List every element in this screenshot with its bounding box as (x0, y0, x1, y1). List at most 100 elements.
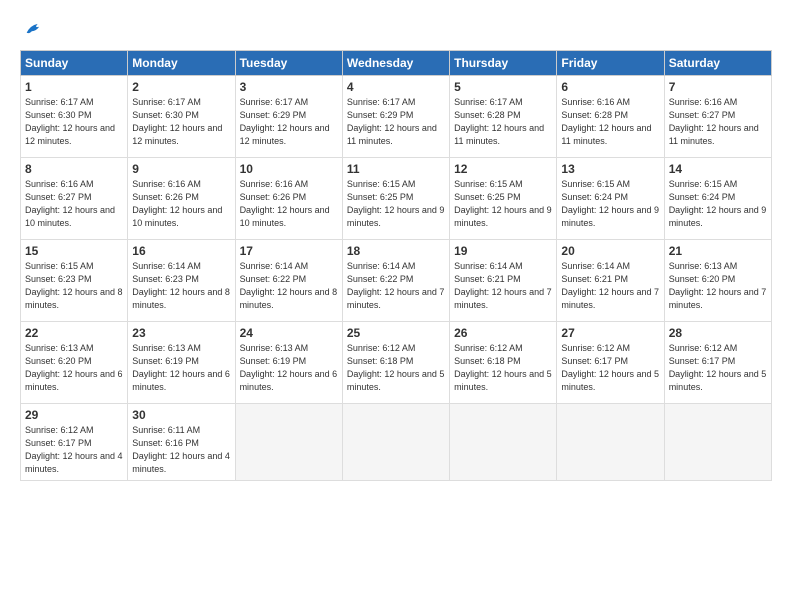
calendar-day-cell: 4 Sunrise: 6:17 AMSunset: 6:29 PMDaylight… (342, 76, 449, 158)
day-info: Sunrise: 6:17 AMSunset: 6:30 PMDaylight:… (25, 96, 123, 148)
day-info: Sunrise: 6:17 AMSunset: 6:30 PMDaylight:… (132, 96, 230, 148)
calendar-day-cell: 9Sunrise: 6:16 AMSunset: 6:26 PMDaylight… (128, 158, 235, 240)
calendar-day-cell: 1 Sunrise: 6:17 AMSunset: 6:30 PMDaylight… (21, 76, 128, 158)
calendar-day-cell (342, 404, 449, 481)
day-number: 4 (347, 80, 445, 94)
day-info: Sunrise: 6:14 AMSunset: 6:23 PMDaylight:… (132, 260, 230, 312)
day-number: 20 (561, 244, 659, 258)
day-number: 13 (561, 162, 659, 176)
weekday-header-sunday: Sunday (21, 51, 128, 76)
calendar-day-cell: 24 Sunrise: 6:13 AMSunset: 6:19 PMDayligh… (235, 322, 342, 404)
day-number: 22 (25, 326, 123, 340)
calendar-day-cell (450, 404, 557, 481)
day-number: 18 (347, 244, 445, 258)
day-info: Sunrise: 6:12 AMSunset: 6:17 PMDaylight:… (561, 342, 659, 394)
day-info: Sunrise: 6:12 AMSunset: 6:18 PMDaylight:… (347, 342, 445, 394)
calendar-day-cell (664, 404, 771, 481)
day-info: Sunrise: 6:13 AMSunset: 6:20 PMDaylight:… (25, 342, 123, 394)
day-number: 9 (132, 162, 230, 176)
weekday-header-tuesday: Tuesday (235, 51, 342, 76)
day-number: 16 (132, 244, 230, 258)
calendar-day-cell: 21 Sunrise: 6:13 AMSunset: 6:20 PMDayligh… (664, 240, 771, 322)
calendar-day-cell: 16 Sunrise: 6:14 AMSunset: 6:23 PMDayligh… (128, 240, 235, 322)
day-number: 6 (561, 80, 659, 94)
day-info: Sunrise: 6:14 AMSunset: 6:22 PMDaylight:… (347, 260, 445, 312)
weekday-header-saturday: Saturday (664, 51, 771, 76)
main-container: SundayMondayTuesdayWednesdayThursdayFrid… (0, 0, 792, 491)
calendar-day-cell: 5 Sunrise: 6:17 AMSunset: 6:28 PMDaylight… (450, 76, 557, 158)
logo (20, 18, 45, 40)
calendar-week-row: 22 Sunrise: 6:13 AMSunset: 6:20 PMDayligh… (21, 322, 772, 404)
calendar-week-row: 29 Sunrise: 6:12 AMSunset: 6:17 PMDayligh… (21, 404, 772, 481)
calendar-day-cell: 25 Sunrise: 6:12 AMSunset: 6:18 PMDayligh… (342, 322, 449, 404)
day-number: 7 (669, 80, 767, 94)
day-number: 12 (454, 162, 552, 176)
calendar-day-cell: 29 Sunrise: 6:12 AMSunset: 6:17 PMDayligh… (21, 404, 128, 481)
day-info: Sunrise: 6:11 AMSunset: 6:16 PMDaylight:… (132, 424, 230, 476)
day-info: Sunrise: 6:12 AMSunset: 6:18 PMDaylight:… (454, 342, 552, 394)
day-info: Sunrise: 6:12 AMSunset: 6:17 PMDaylight:… (669, 342, 767, 394)
calendar-day-cell: 15 Sunrise: 6:15 AMSunset: 6:23 PMDayligh… (21, 240, 128, 322)
calendar-day-cell: 14Sunrise: 6:15 AMSunset: 6:24 PMDayligh… (664, 158, 771, 240)
weekday-header-thursday: Thursday (450, 51, 557, 76)
day-info: Sunrise: 6:14 AMSunset: 6:22 PMDaylight:… (240, 260, 338, 312)
day-number: 29 (25, 408, 123, 422)
calendar-day-cell: 23 Sunrise: 6:13 AMSunset: 6:19 PMDayligh… (128, 322, 235, 404)
calendar-week-row: 8Sunrise: 6:16 AMSunset: 6:27 PMDaylight… (21, 158, 772, 240)
logo-bird-icon (23, 18, 45, 40)
calendar-day-cell: 10 Sunrise: 6:16 AMSunset: 6:26 PMDayligh… (235, 158, 342, 240)
calendar-day-cell: 2 Sunrise: 6:17 AMSunset: 6:30 PMDaylight… (128, 76, 235, 158)
calendar-day-cell: 11 Sunrise: 6:15 AMSunset: 6:25 PMDayligh… (342, 158, 449, 240)
day-number: 27 (561, 326, 659, 340)
day-info: Sunrise: 6:15 AMSunset: 6:24 PMDaylight:… (669, 178, 767, 230)
day-info: Sunrise: 6:14 AMSunset: 6:21 PMDaylight:… (454, 260, 552, 312)
calendar-day-cell (235, 404, 342, 481)
day-number: 26 (454, 326, 552, 340)
day-info: Sunrise: 6:13 AMSunset: 6:20 PMDaylight:… (669, 260, 767, 312)
weekday-header-monday: Monday (128, 51, 235, 76)
day-number: 15 (25, 244, 123, 258)
calendar-day-cell: 26 Sunrise: 6:12 AMSunset: 6:18 PMDayligh… (450, 322, 557, 404)
day-number: 1 (25, 80, 123, 94)
day-number: 10 (240, 162, 338, 176)
day-info: Sunrise: 6:12 AMSunset: 6:17 PMDaylight:… (25, 424, 123, 476)
day-info: Sunrise: 6:15 AMSunset: 6:24 PMDaylight:… (561, 178, 659, 230)
calendar-day-cell: 22 Sunrise: 6:13 AMSunset: 6:20 PMDayligh… (21, 322, 128, 404)
day-info: Sunrise: 6:15 AMSunset: 6:25 PMDaylight:… (347, 178, 445, 230)
day-number: 30 (132, 408, 230, 422)
calendar-day-cell: 19 Sunrise: 6:14 AMSunset: 6:21 PMDayligh… (450, 240, 557, 322)
header (20, 18, 772, 40)
day-info: Sunrise: 6:17 AMSunset: 6:29 PMDaylight:… (347, 96, 445, 148)
day-number: 3 (240, 80, 338, 94)
day-number: 25 (347, 326, 445, 340)
day-number: 21 (669, 244, 767, 258)
day-number: 19 (454, 244, 552, 258)
calendar-week-row: 15 Sunrise: 6:15 AMSunset: 6:23 PMDayligh… (21, 240, 772, 322)
day-info: Sunrise: 6:13 AMSunset: 6:19 PMDaylight:… (240, 342, 338, 394)
calendar-day-cell (557, 404, 664, 481)
day-info: Sunrise: 6:16 AMSunset: 6:27 PMDaylight:… (669, 96, 767, 148)
calendar-day-cell: 13 Sunrise: 6:15 AMSunset: 6:24 PMDayligh… (557, 158, 664, 240)
day-info: Sunrise: 6:15 AMSunset: 6:23 PMDaylight:… (25, 260, 123, 312)
day-number: 24 (240, 326, 338, 340)
calendar-day-cell: 20 Sunrise: 6:14 AMSunset: 6:21 PMDayligh… (557, 240, 664, 322)
calendar-day-cell: 3Sunrise: 6:17 AMSunset: 6:29 PMDaylight… (235, 76, 342, 158)
weekday-header-row: SundayMondayTuesdayWednesdayThursdayFrid… (21, 51, 772, 76)
calendar-day-cell: 17 Sunrise: 6:14 AMSunset: 6:22 PMDayligh… (235, 240, 342, 322)
day-number: 5 (454, 80, 552, 94)
calendar-day-cell: 12Sunrise: 6:15 AMSunset: 6:25 PMDayligh… (450, 158, 557, 240)
day-info: Sunrise: 6:16 AMSunset: 6:26 PMDaylight:… (240, 178, 338, 230)
calendar-day-cell: 7 Sunrise: 6:16 AMSunset: 6:27 PMDaylight… (664, 76, 771, 158)
calendar-week-row: 1 Sunrise: 6:17 AMSunset: 6:30 PMDaylight… (21, 76, 772, 158)
day-number: 17 (240, 244, 338, 258)
calendar-day-cell: 27 Sunrise: 6:12 AMSunset: 6:17 PMDayligh… (557, 322, 664, 404)
day-info: Sunrise: 6:17 AMSunset: 6:28 PMDaylight:… (454, 96, 552, 148)
calendar-day-cell: 28 Sunrise: 6:12 AMSunset: 6:17 PMDayligh… (664, 322, 771, 404)
day-number: 28 (669, 326, 767, 340)
day-number: 23 (132, 326, 230, 340)
day-number: 11 (347, 162, 445, 176)
day-info: Sunrise: 6:16 AMSunset: 6:28 PMDaylight:… (561, 96, 659, 148)
day-number: 2 (132, 80, 230, 94)
day-info: Sunrise: 6:14 AMSunset: 6:21 PMDaylight:… (561, 260, 659, 312)
day-info: Sunrise: 6:13 AMSunset: 6:19 PMDaylight:… (132, 342, 230, 394)
